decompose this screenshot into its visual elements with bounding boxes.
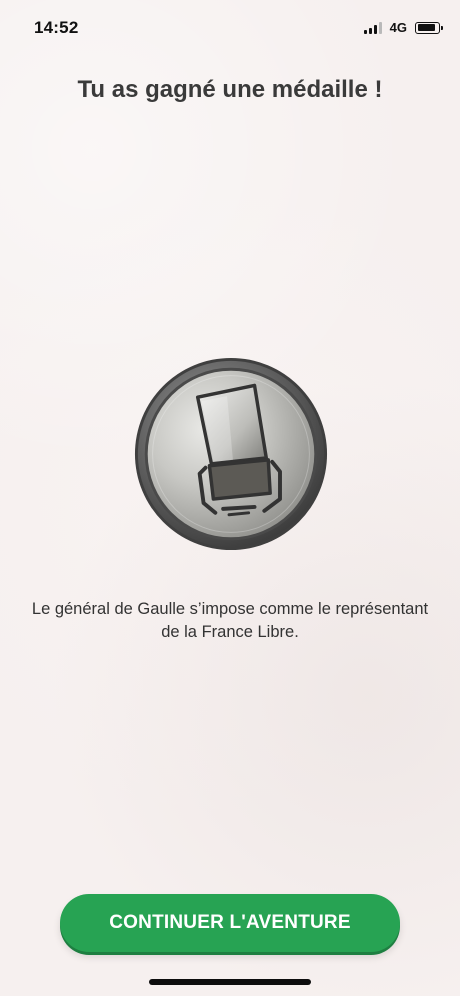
medal-image — [133, 356, 329, 552]
status-indicators: 4G — [363, 20, 443, 35]
microphone-medal-icon — [134, 357, 328, 551]
network-label: 4G — [389, 20, 407, 35]
status-bar: 14:52 4G — [0, 0, 460, 56]
battery-icon — [415, 21, 443, 34]
medal-description: Le général de Gaulle s’impose comme le r… — [31, 600, 429, 641]
status-time: 14:52 — [34, 18, 79, 37]
page-title: Tu as gagné une médaille ! — [77, 76, 383, 103]
continue-adventure-label: CONTINUER L'AVENTURE — [109, 912, 351, 933]
home-indicator — [149, 979, 311, 985]
continue-adventure-button[interactable]: CONTINUER L'AVENTURE — [60, 894, 400, 952]
signal-icon — [363, 21, 382, 34]
